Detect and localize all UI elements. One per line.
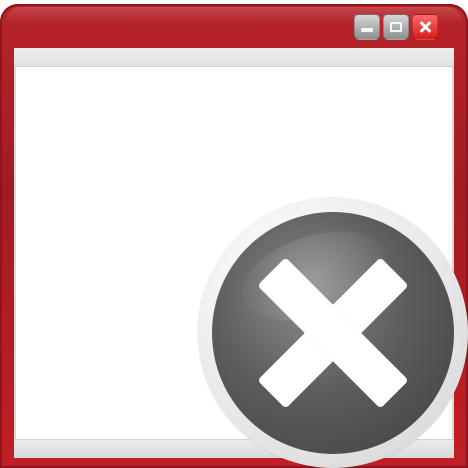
window-icon-scene: [0, 0, 468, 468]
maximize-icon: [390, 22, 402, 32]
close-status-badge: [198, 198, 468, 468]
close-badge-inner: [212, 212, 454, 454]
close-icon: [418, 20, 432, 34]
close-icon: [248, 248, 418, 418]
client-top-strip: [14, 48, 454, 67]
minimize-button[interactable]: [354, 14, 380, 40]
maximize-button[interactable]: [383, 14, 409, 40]
window-controls: [354, 14, 438, 40]
minimize-icon: [361, 28, 373, 32]
close-button[interactable]: [412, 14, 438, 40]
